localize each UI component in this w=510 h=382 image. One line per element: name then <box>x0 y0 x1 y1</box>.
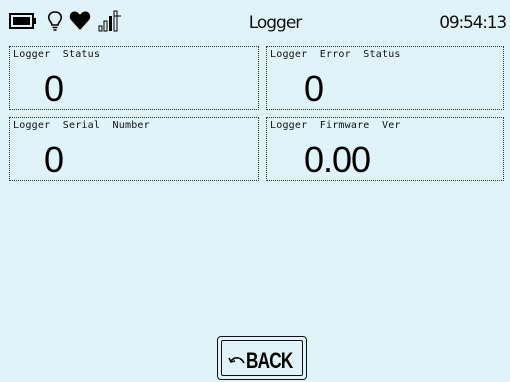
panel-value: 0 <box>304 68 324 109</box>
logger-firmware-version-panel: Logger Firmware Ver 0.00 <box>266 117 504 181</box>
back-button-frame: BACK <box>221 340 303 376</box>
panel-label: Logger Status <box>13 49 101 60</box>
back-arrow-icon <box>228 357 245 364</box>
logger-screen: Logger 09:54:13 Logger Status 0 Logger E… <box>0 0 510 382</box>
screen-title: Logger <box>248 13 303 33</box>
panel-label: Logger Firmware Ver <box>270 120 401 131</box>
heart-icon <box>69 11 91 30</box>
back-button[interactable]: BACK <box>217 336 307 380</box>
back-button-label: BACK <box>246 348 293 373</box>
bulb-icon <box>47 11 63 31</box>
logger-error-status-panel: Logger Error Status 0 <box>266 46 504 110</box>
panel-value: 0 <box>44 68 64 109</box>
logger-status-panel: Logger Status 0 <box>9 46 259 110</box>
panel-value: 0 <box>44 139 64 180</box>
clock-time: 09:54:13 <box>439 13 507 33</box>
status-bar: Logger 09:54:13 <box>0 0 510 38</box>
signal-icon <box>98 10 121 32</box>
battery-icon <box>9 13 36 29</box>
panel-label: Logger Error Status <box>270 49 401 60</box>
logger-serial-number-panel: Logger Serial Number 0 <box>9 117 259 181</box>
panel-label: Logger Serial Number <box>13 120 150 131</box>
panel-value: 0.00 <box>304 139 371 180</box>
